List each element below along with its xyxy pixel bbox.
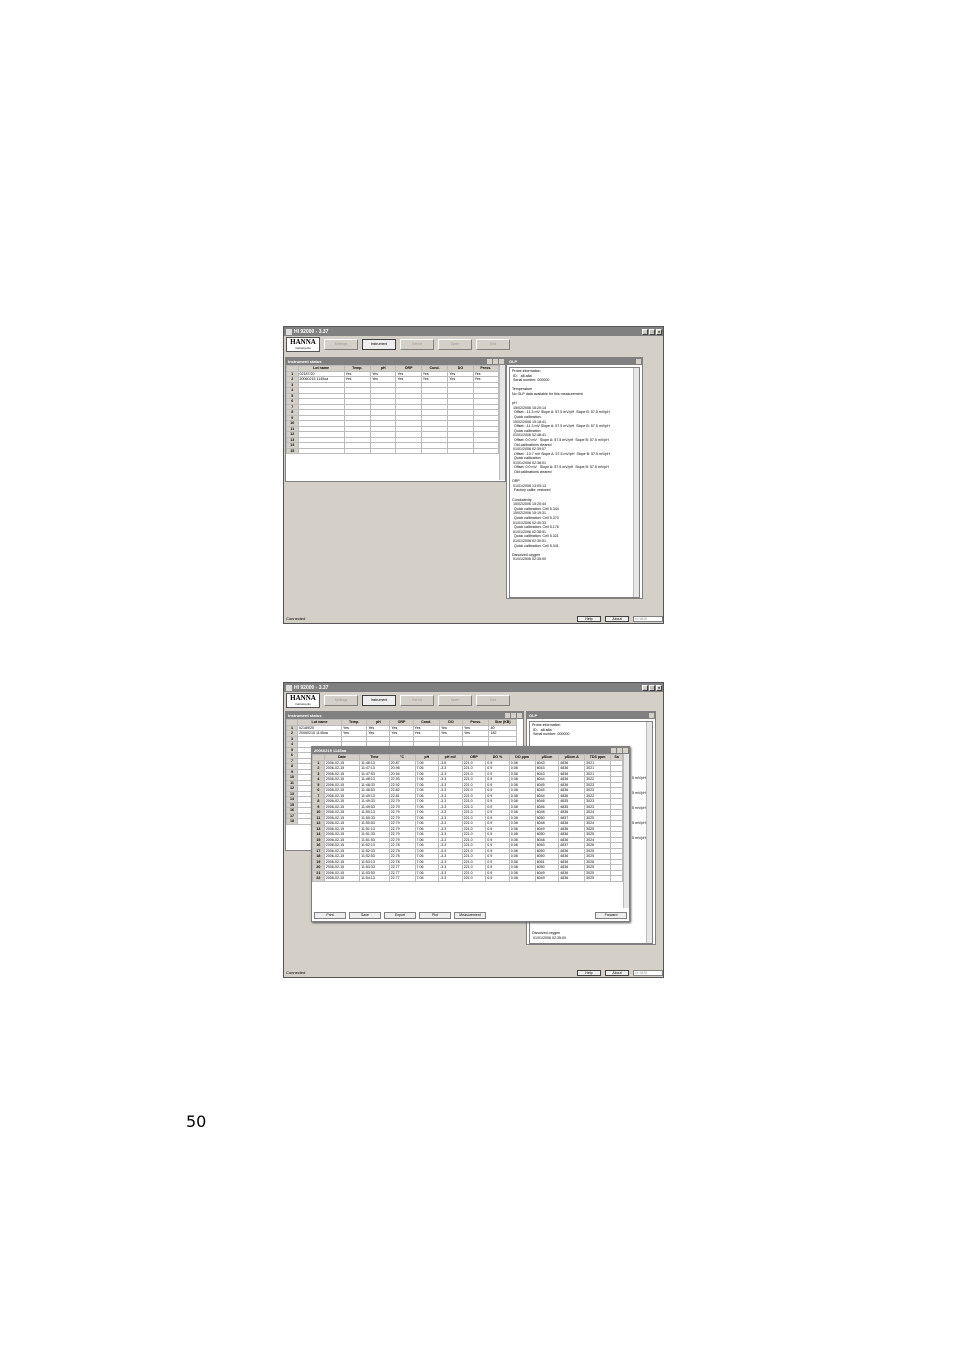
row-number: 18 (286, 818, 298, 825)
screenshot-1: HI 92000 - 3.37 _ □ × HANNA instruments S… (283, 326, 664, 624)
about-button[interactable]: About (605, 615, 629, 622)
table-cell: 2006-02-15 (323, 875, 361, 882)
close-button[interactable]: × (656, 328, 662, 335)
maximize-button[interactable]: □ (649, 684, 655, 691)
lot-window-header: 20060215 1145oa (312, 747, 629, 754)
instrument-button[interactable]: Instrument (362, 339, 396, 350)
help-button[interactable]: Help (577, 969, 601, 976)
table-cell: 221.0 (461, 875, 487, 882)
toolbar: HANNA instruments Settings Instrument Get… (284, 336, 663, 353)
table-cell (447, 447, 474, 454)
app-titlebar: HI 92000 - 3.37 _ □ × (284, 683, 663, 692)
print-button[interactable]: Print (314, 912, 346, 919)
instrument-status-window: Instrument status Lot name Temp. pH ORP Cond… (285, 357, 506, 482)
settings-button[interactable]: Settings (324, 339, 358, 350)
scrollbar[interactable] (499, 365, 505, 480)
table-cell (343, 447, 372, 454)
port-select[interactable]: HI 9828 (633, 969, 663, 976)
lot-window: 20060215 1145oa Date Time °C pH pH mV ORP DO %… (311, 746, 630, 922)
exit-button[interactable]: Exit (476, 695, 510, 706)
settings-button[interactable]: Settings (324, 695, 358, 706)
about-button[interactable]: About (605, 969, 629, 976)
get-lot-button[interactable]: Get lot (400, 339, 434, 350)
table-cell: 0.9 (485, 875, 510, 882)
toolbar: HANNA instruments Settings Instrument Get… (284, 692, 663, 709)
table-row[interactable]: 22 2006-02-15 11:54:13 22.77 7.06 -3.3 221.0 0.… (312, 875, 623, 882)
instrument-status-header: Instrument status (286, 358, 505, 365)
export-button[interactable]: Export (384, 912, 416, 919)
status-text: Connected (286, 970, 306, 975)
table-cell: 11:54:13 (359, 875, 390, 882)
table-cell (395, 447, 422, 454)
table-cell (472, 447, 500, 454)
glp-header: GLP (527, 712, 655, 719)
app-title: HI 92000 - 3.37 (294, 684, 329, 691)
app-title: HI 92000 - 3.37 (294, 328, 329, 335)
instrument-button[interactable]: Instrument (362, 695, 396, 706)
glp-window: GLP Probe information ID: a8.a8a Serial … (506, 357, 643, 599)
table-row[interactable]: 15 (286, 447, 500, 454)
table-cell (610, 875, 623, 882)
glp-text: Probe information ID: a8.a8a Serial numb… (532, 723, 570, 737)
help-button[interactable]: Help (577, 615, 601, 622)
measurement-button[interactable]: Measurement (454, 912, 486, 919)
glp-bottom-text: Dissolved oxygen 01/01/2006 02:35:00 (532, 931, 566, 940)
exit-button[interactable]: Exit (476, 339, 510, 350)
minimize-button[interactable]: _ (642, 684, 648, 691)
glp-header: GLP (507, 358, 642, 365)
table-cell: 0.08 (508, 875, 536, 882)
app-icon (286, 328, 292, 335)
glp-text: Probe information ID: a8.a8a Serial numb… (512, 369, 611, 562)
instrument-status-header: Instrument status (286, 712, 523, 719)
lot-data-table: Date Time °C pH pH mV ORP DO % DO ppm µS/cm µS/cm… (312, 754, 623, 882)
minimize-button[interactable]: _ (642, 328, 648, 335)
row-number: 22 (312, 875, 325, 882)
screenshot-2: HI 92000 - 3.37 _ □ × HANNA instruments S… (283, 682, 664, 978)
app-icon (286, 684, 292, 691)
hanna-logo: HANNA instruments (286, 693, 320, 708)
table-cell: -3.3 (438, 875, 463, 882)
table-cell: 7.06 (414, 875, 440, 882)
status-bar: Connected Help About HI 9828 (284, 968, 663, 977)
app-titlebar: HI 92000 - 3.37 _ □ × (284, 327, 663, 336)
table-cell (297, 447, 345, 454)
page-number: 50 (186, 1112, 207, 1131)
open-button[interactable]: Open (438, 339, 472, 350)
status-bar: Connected Help About HI 9828 (284, 614, 663, 623)
status-text: Connected (286, 616, 306, 621)
scrollbar[interactable] (623, 754, 629, 908)
table-cell (420, 447, 449, 454)
plot-button[interactable]: Plot (419, 912, 451, 919)
maximize-button[interactable]: □ (649, 328, 655, 335)
table-cell: 4836 (558, 875, 586, 882)
forward-button[interactable]: Forward (595, 912, 627, 919)
table-cell: 6049 (534, 875, 560, 882)
save-button[interactable]: Save (349, 912, 381, 919)
lot-buttons: Print Save Export Plot Measurement Forwa… (314, 912, 627, 919)
hanna-logo: HANNA instruments (286, 337, 320, 352)
row-number: 15 (286, 447, 299, 454)
instrument-status-table: Lot name Temp. pH ORP Cond. DO Press. 1 02187/20… (286, 365, 500, 454)
table-cell: 22.77 (388, 875, 416, 882)
port-select[interactable]: HI 9828 (633, 615, 663, 622)
scrollbar[interactable] (633, 368, 639, 597)
table-cell (370, 447, 397, 454)
scrollbar[interactable] (646, 722, 652, 943)
open-button[interactable]: Open (438, 695, 472, 706)
close-button[interactable]: × (656, 684, 662, 691)
get-lot-button[interactable]: Get lot (400, 695, 434, 706)
table-cell: 3025 (584, 875, 612, 882)
